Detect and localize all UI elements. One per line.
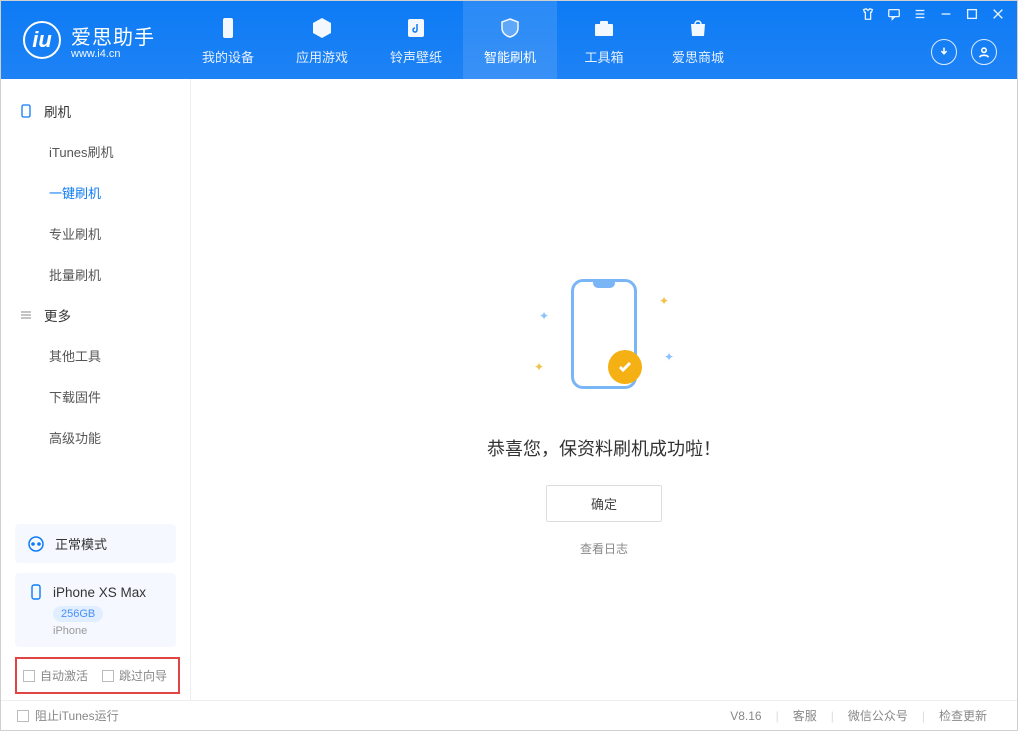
sidebar-group-label: 更多	[44, 305, 71, 325]
header-right-icons	[931, 39, 997, 65]
device-icon	[19, 104, 34, 118]
checkbox-block-itunes[interactable]: 阻止iTunes运行	[17, 707, 119, 724]
sidebar-item-batch-flash[interactable]: 批量刷机	[1, 254, 190, 295]
window-controls	[861, 7, 1005, 26]
flash-options-row: 自动激活 跳过向导	[15, 657, 180, 694]
shirt-icon[interactable]	[861, 7, 875, 26]
tab-label: 应用游戏	[296, 47, 348, 66]
sparkle-icon: ✦	[664, 350, 674, 364]
checkbox-skip-guide[interactable]: 跳过向导	[102, 667, 167, 684]
device-mode-label: 正常模式	[55, 534, 107, 553]
tab-store[interactable]: 爱思商城	[651, 1, 745, 79]
phone-icon	[215, 15, 241, 41]
device-type: iPhone	[53, 625, 164, 637]
tab-label: 铃声壁纸	[390, 47, 442, 66]
device-mode-card[interactable]: 正常模式	[15, 524, 176, 563]
device-capacity: 256GB	[53, 606, 103, 622]
tab-label: 智能刷机	[484, 47, 536, 66]
phone-small-icon	[27, 583, 45, 601]
sidebar-group-flash: 刷机	[1, 91, 190, 131]
tab-toolbox[interactable]: 工具箱	[557, 1, 651, 79]
tab-apps[interactable]: 应用游戏	[275, 1, 369, 79]
cube-icon	[309, 15, 335, 41]
logo-icon: iu	[23, 21, 61, 59]
app-name: 爱思助手	[71, 27, 155, 49]
sparkle-icon: ✦	[534, 360, 544, 374]
success-message: 恭喜您，保资料刷机成功啦！	[487, 435, 721, 461]
sidebar-item-pro-flash[interactable]: 专业刷机	[1, 213, 190, 254]
app-url: www.i4.cn	[71, 48, 155, 60]
normal-mode-icon	[27, 535, 45, 553]
checkbox-auto-activate[interactable]: 自动激活	[23, 667, 88, 684]
view-log-link[interactable]: 查看日志	[580, 540, 628, 557]
status-bar: 阻止iTunes运行 V8.16 | 客服 | 微信公众号 | 检查更新	[1, 700, 1017, 730]
tab-label: 工具箱	[584, 47, 623, 66]
wechat-link[interactable]: 微信公众号	[834, 707, 922, 724]
list-icon	[19, 308, 34, 322]
sidebar-item-download-fw[interactable]: 下载固件	[1, 376, 190, 417]
sidebar-item-onekey-flash[interactable]: 一键刷机	[1, 172, 190, 213]
ok-button[interactable]: 确定	[546, 485, 662, 522]
maximize-icon[interactable]	[965, 7, 979, 26]
bag-icon	[685, 15, 711, 41]
checkbox-icon	[102, 670, 114, 682]
sidebar-item-advanced[interactable]: 高级功能	[1, 417, 190, 458]
success-check-icon	[608, 350, 642, 384]
toolbox-icon	[591, 15, 617, 41]
top-tabs: 我的设备 应用游戏 铃声壁纸 智能刷机 工具箱 爱思商城	[181, 1, 745, 79]
tab-ringtones[interactable]: 铃声壁纸	[369, 1, 463, 79]
sparkle-icon: ✦	[659, 294, 669, 308]
device-name: iPhone XS Max	[53, 585, 146, 600]
tab-label: 我的设备	[202, 47, 254, 66]
app-header: iu 爱思助手 www.i4.cn 我的设备 应用游戏 铃声壁纸 智能刷机 工具…	[1, 1, 1017, 79]
close-icon[interactable]	[991, 7, 1005, 26]
tab-mydevice[interactable]: 我的设备	[181, 1, 275, 79]
minimize-icon[interactable]	[939, 7, 953, 26]
checkbox-label: 自动激活	[40, 667, 88, 684]
sidebar-group-label: 刷机	[44, 101, 71, 121]
tab-flash[interactable]: 智能刷机	[463, 1, 557, 79]
sidebar-group-more: 更多	[1, 295, 190, 335]
refresh-shield-icon	[497, 15, 523, 41]
sparkle-icon: ✦	[539, 309, 549, 323]
sidebar-item-itunes-flash[interactable]: iTunes刷机	[1, 131, 190, 172]
music-icon	[403, 15, 429, 41]
menu-icon[interactable]	[913, 7, 927, 26]
user-icon[interactable]	[971, 39, 997, 65]
checkbox-icon	[23, 670, 35, 682]
checkbox-label: 阻止iTunes运行	[35, 707, 119, 724]
tab-label: 爱思商城	[672, 47, 724, 66]
feedback-icon[interactable]	[887, 7, 901, 26]
app-logo: iu 爱思助手 www.i4.cn	[1, 21, 181, 60]
download-icon[interactable]	[931, 39, 957, 65]
sidebar-item-other-tools[interactable]: 其他工具	[1, 335, 190, 376]
version-label: V8.16	[730, 709, 761, 723]
sidebar: 刷机 iTunes刷机 一键刷机 专业刷机 批量刷机 更多 其他工具 下载固件 …	[1, 79, 191, 700]
success-illustration: ✦ ✦ ✦ ✦	[514, 279, 694, 399]
main-content: ✦ ✦ ✦ ✦ 恭喜您，保资料刷机成功啦！ 确定 查看日志	[191, 79, 1017, 700]
service-link[interactable]: 客服	[779, 707, 831, 724]
checkbox-icon	[17, 710, 29, 722]
device-card[interactable]: iPhone XS Max 256GB iPhone	[15, 573, 176, 647]
check-update-link[interactable]: 检查更新	[925, 707, 1001, 724]
checkbox-label: 跳过向导	[119, 667, 167, 684]
